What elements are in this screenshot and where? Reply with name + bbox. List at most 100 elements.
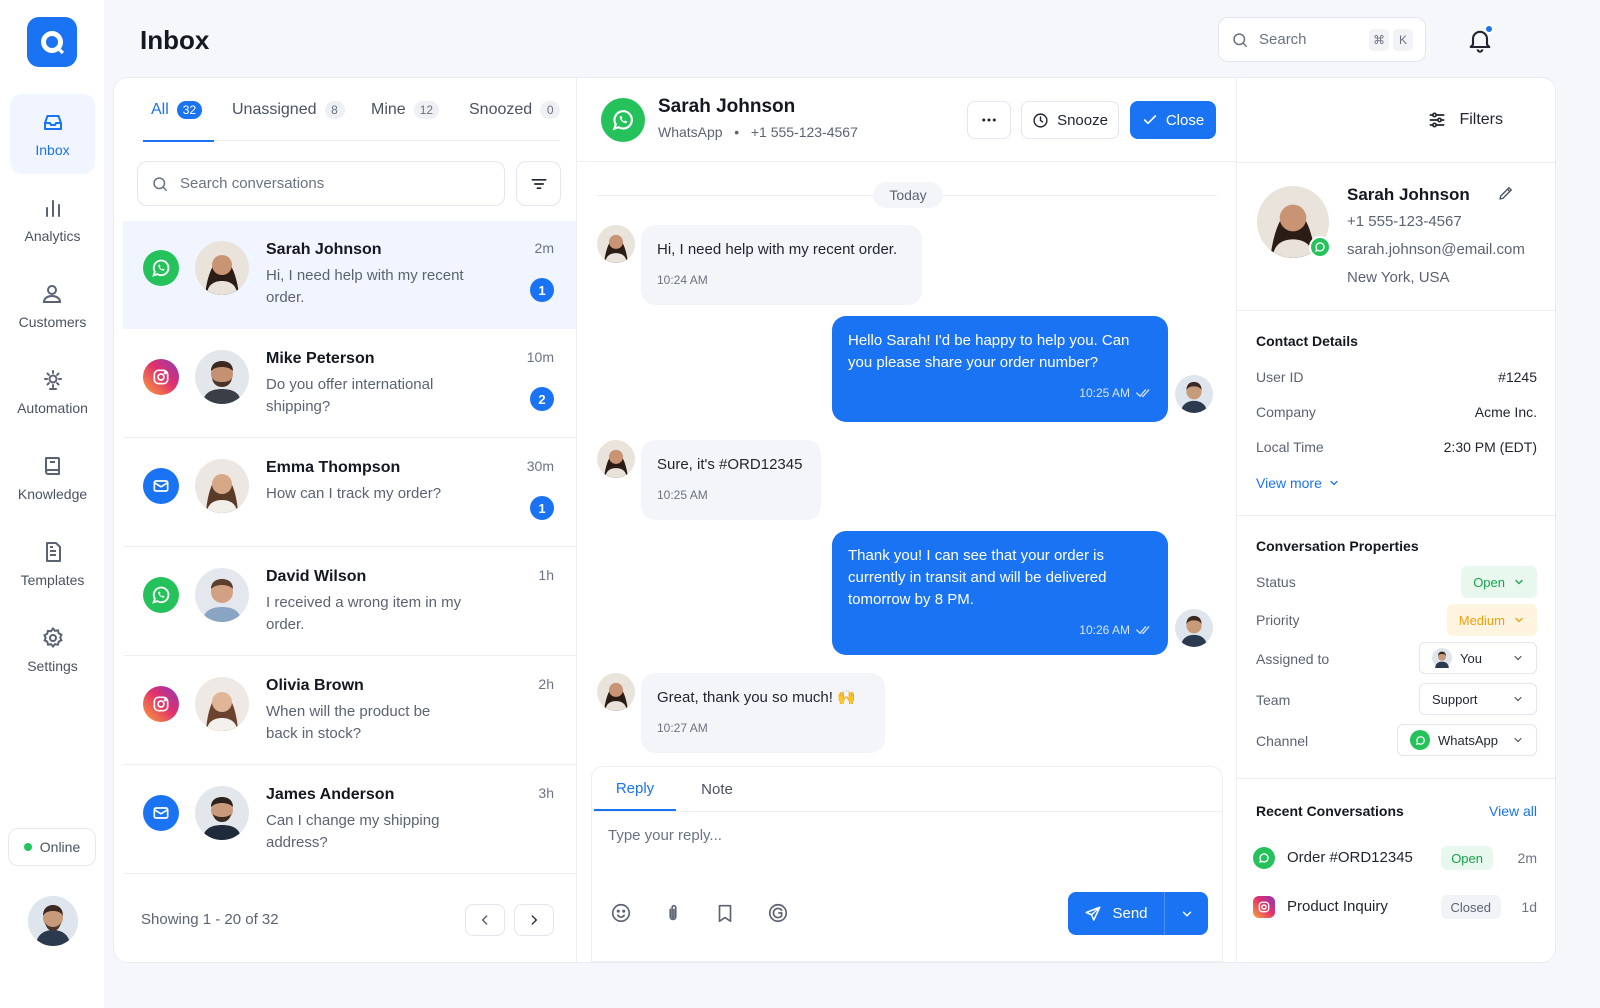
tab-count: 32 bbox=[176, 100, 203, 119]
sliders-icon bbox=[1429, 112, 1445, 128]
conversation-search[interactable] bbox=[137, 161, 505, 206]
attach-button[interactable] bbox=[660, 900, 686, 926]
tab-snoozed[interactable]: Snoozed 0 bbox=[469, 78, 561, 141]
search-icon bbox=[153, 176, 168, 191]
nav-item-analytics[interactable]: Analytics bbox=[10, 180, 95, 260]
chat-phone: +1 555-123-4567 bbox=[750, 124, 858, 140]
composer-divider bbox=[592, 811, 1222, 812]
more-options-button[interactable] bbox=[967, 101, 1011, 139]
tab-reply[interactable]: Reply bbox=[594, 767, 676, 811]
view-more-link[interactable]: View more bbox=[1256, 475, 1340, 491]
nav-item-customers[interactable]: Customers bbox=[10, 266, 95, 346]
contact-details-title: Contact Details bbox=[1256, 333, 1358, 349]
message-time: 10:24 AM bbox=[657, 273, 708, 287]
close-conversation-button[interactable]: Close bbox=[1130, 101, 1216, 139]
conversation-item[interactable]: James Anderson Can I change my shipping … bbox=[123, 766, 576, 874]
contact-name: Olivia Brown bbox=[266, 677, 364, 694]
edit-profile-button[interactable] bbox=[1497, 184, 1515, 202]
user-avatar[interactable] bbox=[28, 896, 78, 946]
message-time: 10:27 AM bbox=[657, 721, 708, 735]
team-select[interactable]: Support bbox=[1419, 683, 1537, 715]
message-text: Sure, it's #ORD12345 bbox=[657, 456, 803, 473]
incoming-message: Hi, I need help with my recent order. 10… bbox=[641, 225, 922, 305]
view-all-link[interactable]: View all bbox=[1489, 803, 1537, 819]
nav-label: Inbox bbox=[35, 142, 70, 158]
nav-label: Analytics bbox=[24, 228, 81, 244]
emoji-button[interactable] bbox=[608, 900, 634, 926]
online-label: Online bbox=[39, 839, 81, 855]
emoji-icon bbox=[611, 903, 631, 923]
filters-button[interactable]: Filters bbox=[1427, 110, 1503, 130]
notifications-button[interactable] bbox=[1466, 24, 1494, 54]
recent-conversation-link[interactable]: Order #ORD12345 bbox=[1287, 849, 1413, 866]
nav-label: Knowledge bbox=[17, 486, 88, 502]
send-button[interactable]: Send bbox=[1068, 892, 1165, 935]
view-more-label: View more bbox=[1256, 475, 1322, 491]
grammar-button[interactable] bbox=[765, 900, 791, 926]
message-text: Hi, I need help with my recent order. bbox=[657, 241, 898, 258]
status-value: Open bbox=[1473, 574, 1505, 590]
nav-label: Settings bbox=[27, 658, 78, 674]
tab-all[interactable]: All 32 bbox=[142, 78, 215, 142]
priority-select[interactable]: Medium bbox=[1446, 604, 1537, 636]
next-page-button[interactable] bbox=[514, 904, 554, 936]
profile-phone: +1 555-123-4567 bbox=[1347, 213, 1462, 230]
nav-item-templates[interactable]: Templates bbox=[10, 524, 95, 604]
status-select[interactable]: Open bbox=[1461, 566, 1537, 598]
grammar-icon bbox=[768, 903, 788, 923]
online-status[interactable]: Online bbox=[8, 828, 96, 866]
prev-page-button[interactable] bbox=[465, 904, 505, 936]
unread-badge: 1 bbox=[530, 496, 554, 520]
send-options-button[interactable] bbox=[1165, 907, 1208, 921]
unread-badge: 2 bbox=[530, 387, 554, 411]
global-search[interactable]: Search ⌘ K bbox=[1218, 17, 1426, 62]
nav-item-inbox[interactable]: Inbox bbox=[10, 94, 95, 174]
property-label: Team bbox=[1256, 692, 1291, 708]
nav-item-knowledge[interactable]: Knowledge bbox=[10, 438, 95, 518]
list-filter-button[interactable] bbox=[516, 161, 561, 206]
tab-mine[interactable]: Mine 12 bbox=[371, 78, 440, 141]
divider bbox=[1237, 162, 1555, 163]
nav-item-automation[interactable]: Automation bbox=[10, 352, 95, 432]
message-time: 10m bbox=[526, 349, 554, 365]
tab-note[interactable]: Note bbox=[682, 767, 752, 811]
priority-value: Medium bbox=[1458, 612, 1505, 628]
message-preview: When will the product be back in stock? bbox=[266, 703, 431, 742]
conversation-item[interactable]: Olivia Brown When will the product be ba… bbox=[123, 657, 576, 765]
date-divider: Today bbox=[873, 182, 943, 208]
instagram-icon bbox=[143, 359, 179, 395]
online-dot bbox=[23, 843, 32, 851]
conversation-item[interactable]: David Wilson I received a wrong item in … bbox=[123, 548, 576, 656]
conversation-search-input[interactable] bbox=[180, 175, 491, 192]
whatsapp-icon bbox=[1309, 236, 1331, 258]
global-search-placeholder[interactable]: Search bbox=[1259, 31, 1359, 48]
conversation-item[interactable]: Sarah Johnson Hi, I need help with my re… bbox=[123, 221, 576, 329]
send-button-group: Send bbox=[1068, 892, 1208, 935]
meta-separator: • bbox=[726, 124, 747, 140]
message-text: Great, thank you so much! 🙌 bbox=[657, 689, 856, 706]
conversation-item[interactable]: Emma Thompson How can I track my order? … bbox=[123, 439, 576, 547]
document-icon bbox=[45, 542, 61, 562]
app-logo[interactable] bbox=[27, 17, 77, 67]
assignee-select[interactable]: You bbox=[1419, 642, 1537, 674]
message-preview: Can I change my shipping address? bbox=[266, 812, 440, 851]
channel-select[interactable]: WhatsApp bbox=[1397, 724, 1537, 756]
send-icon bbox=[1085, 906, 1101, 921]
message-meta: 10:26 AM bbox=[848, 619, 1152, 641]
snooze-button[interactable]: Snooze bbox=[1021, 101, 1119, 139]
double-check-icon bbox=[1136, 389, 1150, 398]
bar-chart-icon bbox=[45, 200, 60, 217]
contact-avatar bbox=[597, 440, 635, 478]
contact-name: David Wilson bbox=[266, 568, 367, 585]
profile-location: New York, USA bbox=[1347, 269, 1450, 286]
conversation-properties-title: Conversation Properties bbox=[1256, 538, 1419, 554]
reply-input[interactable] bbox=[608, 827, 1208, 877]
tab-unassigned[interactable]: Unassigned 8 bbox=[232, 78, 345, 141]
conversation-item[interactable]: Mike Peterson Do you offer international… bbox=[123, 330, 576, 438]
message-preview: I received a wrong item in my order. bbox=[266, 594, 462, 633]
check-icon bbox=[1143, 115, 1156, 125]
saved-replies-button[interactable] bbox=[712, 900, 738, 926]
nav-item-settings[interactable]: Settings bbox=[10, 610, 95, 690]
recent-conversation-link[interactable]: Product Inquiry bbox=[1287, 898, 1388, 915]
divider bbox=[1237, 515, 1555, 516]
